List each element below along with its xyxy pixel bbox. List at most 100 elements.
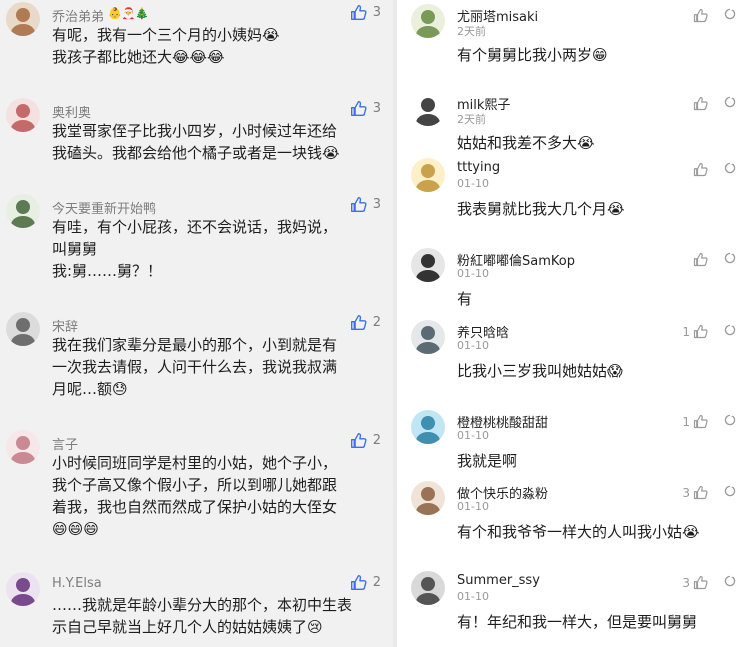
thumbs-up-icon: [350, 4, 367, 21]
like-count: 3: [372, 101, 381, 116]
user-avatar[interactable]: [411, 320, 445, 354]
user-avatar[interactable]: [411, 481, 445, 515]
thumbs-up-icon: [693, 96, 708, 111]
left-comment-item: H.Y.Elsa 2 ……我就是年龄小辈分大的那个，本初中生表 示自己早就当上好几个人…: [0, 572, 393, 647]
like-button[interactable]: [690, 252, 708, 267]
like-button[interactable]: [690, 8, 708, 23]
thumbs-up-icon: [693, 162, 708, 177]
comment-text: 有呢，我有一个三个月的小姨妈😭 我孩子都比她还大😂😂😂: [52, 24, 381, 68]
comment-text: 有！年纪和我一样大，但是要叫舅舅: [457, 613, 698, 631]
comment-username[interactable]: 奥利奥: [52, 102, 91, 121]
right-comment-item: 尤丽塔misaki 2天前 有个舅舅比我小两岁😁: [397, 4, 750, 74]
like-button[interactable]: 2: [350, 314, 381, 331]
comment-text-line: 我:舅……舅？！: [52, 262, 163, 280]
user-avatar[interactable]: [6, 98, 40, 132]
like-button[interactable]: 2: [350, 574, 381, 591]
username-decoration: 👶🎅🎄: [108, 7, 150, 20]
comment-text-line: 我磕头。我都会给他个橘子或者是一块钱😭: [52, 144, 340, 162]
user-avatar[interactable]: [411, 571, 445, 605]
comment-timestamp: 01-10: [457, 339, 489, 352]
comment-timestamp: 01-10: [457, 500, 489, 513]
comment-timestamp: 2天前: [457, 113, 486, 126]
reply-bubble-icon[interactable]: [724, 96, 736, 108]
like-count: 1: [682, 324, 690, 339]
comment-text-line: 有呢，我有一个三个月的小姨妈😭: [52, 26, 280, 44]
reply-bubble-icon[interactable]: [724, 162, 736, 174]
like-button[interactable]: [690, 96, 708, 111]
comment-text: 有个舅舅比我小两岁😁: [457, 46, 608, 64]
reply-bubble-icon[interactable]: [724, 252, 736, 264]
reply-bubble-icon[interactable]: [724, 414, 736, 426]
comment-username[interactable]: 乔治弟弟: [52, 6, 104, 25]
comment-text: 我堂哥家侄子比我小四岁，小时候过年还给 我磕头。我都会给他个橘子或者是一块钱😭: [52, 120, 381, 164]
comment-username[interactable]: H.Y.Elsa: [52, 576, 102, 591]
thumbs-up-icon: [350, 314, 367, 331]
comment-timestamp: 01-10: [457, 267, 489, 280]
like-count: 1: [682, 414, 690, 429]
left-comment-panel: 乔治弟弟 👶🎅🎄 3 有呢，我有一个三个月的小姨妈😭 我孩子都比她还大😂😂😂 奥利奥 3 我堂…: [0, 0, 393, 647]
thumbs-up-icon: [693, 575, 708, 590]
user-avatar[interactable]: [6, 2, 40, 36]
user-avatar[interactable]: [411, 92, 445, 126]
comment-text-line: 叫舅舅: [52, 240, 98, 258]
thumbs-up-icon: [350, 574, 367, 591]
right-comment-item: 做个快乐的淼粉 01-10 3 有个和我爷爷一样大的人叫我小姑😭: [397, 481, 750, 551]
user-avatar[interactable]: [411, 158, 445, 192]
right-comment-item: milk熙子 2天前 姑姑和我差不多大😭: [397, 92, 750, 162]
comment-text: ……我就是年龄小辈分大的那个，本初中生表 示自己早就当上好几个人的姑姑姨姨了😢: [52, 594, 381, 638]
like-button[interactable]: 2: [350, 432, 381, 449]
like-count: 2: [372, 575, 381, 590]
reply-bubble-icon[interactable]: [724, 575, 736, 587]
user-avatar[interactable]: [411, 248, 445, 282]
right-comment-item: 橙橙桃桃酸甜甜 01-10 1 我就是啊: [397, 410, 750, 480]
like-button[interactable]: 3: [350, 4, 381, 21]
like-count: 3: [682, 575, 690, 590]
like-button[interactable]: 3: [350, 100, 381, 117]
like-button[interactable]: 1: [682, 324, 708, 339]
comment-text-line: 我在我们家辈分是最小的那个，小到就是有: [52, 336, 338, 354]
left-comment-item: 今天要重新开始鸭 3 有哇，有个小屁孩，还不会说话，我妈说， 叫舅舅我:舅……舅？！: [0, 194, 393, 294]
thumbs-up-icon: [350, 432, 367, 449]
left-comment-item: 奥利奥 3 我堂哥家侄子比我小四岁，小时候过年还给 我磕头。我都会给他个橘子或者是一块…: [0, 98, 393, 198]
comment-text: 比我小三岁我叫她姑姑😱: [457, 362, 623, 380]
left-comment-item: 宋辞 2 我在我们家辈分是最小的那个，小到就是有 一次我去请假，人问干什么去，我说我叔…: [0, 312, 393, 412]
right-comment-item: tttying 01-10 我表舅就比我大几个月😭: [397, 158, 750, 228]
comment-text-line: 有哇，有个小屁孩，还不会说话，我妈说，: [52, 218, 338, 236]
user-avatar[interactable]: [6, 572, 40, 606]
comment-username[interactable]: 言子: [52, 434, 78, 453]
user-avatar[interactable]: [6, 312, 40, 346]
comment-username[interactable]: 今天要重新开始鸭: [52, 198, 156, 217]
thumbs-up-icon: [693, 8, 708, 23]
right-comment-item: 养只晗晗 01-10 1 比我小三岁我叫她姑姑😱: [397, 320, 750, 390]
comment-text: 我表舅就比我大几个月😭: [457, 200, 625, 218]
reply-bubble-icon[interactable]: [724, 485, 736, 497]
user-avatar[interactable]: [6, 194, 40, 228]
user-avatar[interactable]: [411, 410, 445, 444]
comment-text: 有: [457, 290, 473, 308]
comment-text-line: 着我，我也自然而然成了保护小姑的大侄女: [52, 498, 338, 516]
like-count: 3: [372, 197, 381, 212]
reply-bubble-icon[interactable]: [724, 324, 736, 336]
comment-username[interactable]: 宋辞: [52, 316, 78, 335]
comment-text-line: 一次我去请假，人问干什么去，我说我叔满: [52, 358, 338, 376]
comment-username[interactable]: tttying: [457, 160, 500, 175]
right-comment-panel: 尤丽塔misaki 2天前 有个舅舅比我小两岁😁 milk熙子 2天前 姑姑和我差不多大😭…: [397, 0, 750, 647]
like-button[interactable]: [690, 162, 708, 177]
like-button[interactable]: 3: [682, 575, 708, 590]
thumbs-up-icon: [693, 414, 708, 429]
like-button[interactable]: 1: [682, 414, 708, 429]
comment-text: 小时候同班同学是村里的小姑，她个子小， 我个子高又像个假小子，所以到哪儿她都跟 着我…: [52, 452, 381, 540]
user-avatar[interactable]: [411, 4, 445, 38]
like-count: 2: [372, 315, 381, 330]
thumbs-up-icon: [350, 100, 367, 117]
left-comment-item: 言子 2 小时候同班同学是村里的小姑，她个子小， 我个子高又像个假小子，所以到哪儿她都…: [0, 430, 393, 538]
comment-username[interactable]: Summer_ssy: [457, 573, 540, 588]
like-count: 2: [372, 433, 381, 448]
like-button[interactable]: 3: [682, 485, 708, 500]
thumbs-up-icon: [693, 324, 708, 339]
reply-bubble-icon[interactable]: [724, 8, 736, 20]
comment-timestamp: 2天前: [457, 25, 486, 38]
like-button[interactable]: 3: [350, 196, 381, 213]
user-avatar[interactable]: [6, 430, 40, 464]
left-comment-item: 乔治弟弟 👶🎅🎄 3 有呢，我有一个三个月的小姨妈😭 我孩子都比她还大😂😂😂: [0, 2, 393, 102]
